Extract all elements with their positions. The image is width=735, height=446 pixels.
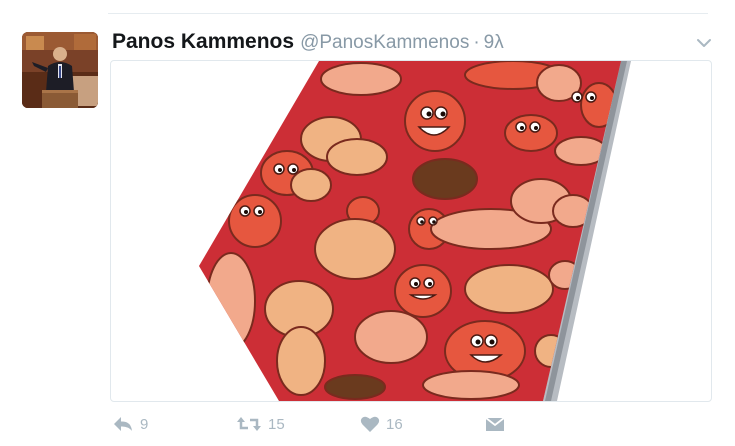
author-username[interactable]: @PanosKammenos — [300, 32, 469, 54]
author-name[interactable]: Panos Kammenos — [112, 30, 294, 54]
retweet-button[interactable]: 15 — [236, 415, 360, 433]
tweet-media-image[interactable] — [110, 60, 712, 402]
heart-icon — [360, 416, 380, 432]
envelope-icon — [485, 417, 505, 431]
tweet[interactable]: Panos Kammenos @PanosKammenos · 9λ 9 15 … — [0, 0, 735, 446]
avatar-photo — [22, 32, 98, 108]
tweet-header: Panos Kammenos @PanosKammenos · 9λ — [112, 30, 504, 58]
tweet-timestamp[interactable]: 9λ — [484, 32, 504, 54]
like-count: 16 — [386, 415, 403, 433]
tweet-actions: 9 15 16 — [112, 411, 524, 437]
separator-dot: · — [473, 32, 480, 53]
reply-icon — [114, 417, 132, 431]
reply-button[interactable]: 9 — [112, 415, 236, 433]
retweet-icon — [237, 417, 261, 431]
retweet-count: 15 — [268, 415, 285, 433]
necktie-cartoon-image — [199, 61, 631, 401]
direct-message-button[interactable] — [484, 415, 524, 433]
like-button[interactable]: 16 — [360, 415, 484, 433]
reply-count: 9 — [140, 415, 149, 433]
more-options-button[interactable] — [695, 36, 713, 50]
avatar[interactable] — [22, 32, 98, 108]
chevron-down-icon — [697, 39, 711, 47]
